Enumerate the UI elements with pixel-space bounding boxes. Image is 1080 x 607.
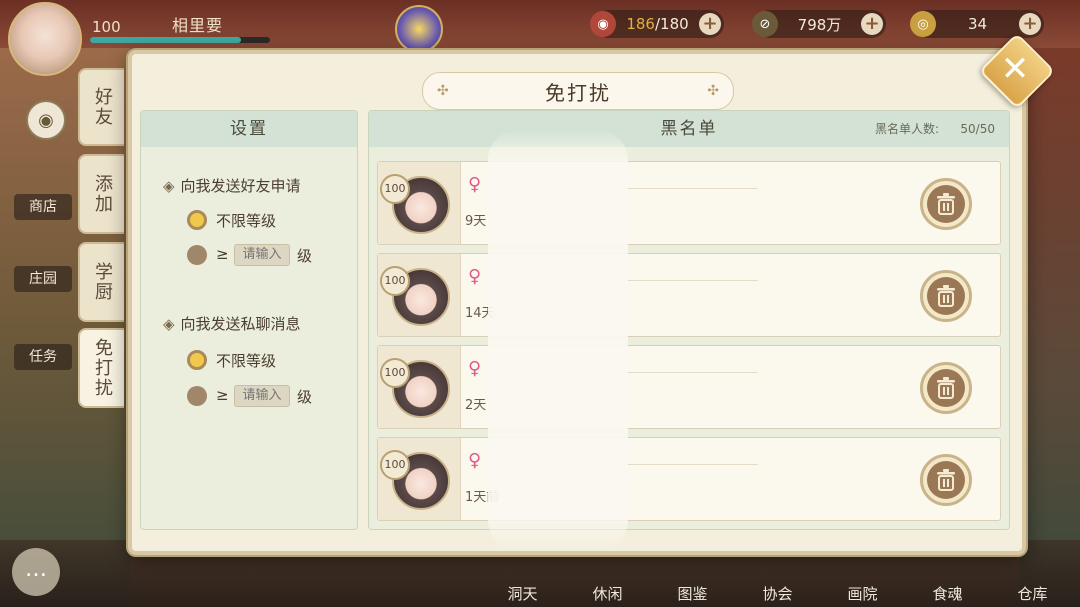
- level-badge: 100: [380, 266, 410, 296]
- blacklist-header: 黑名单 黑名单人数: 50/50: [369, 111, 1009, 147]
- level-badge: 100: [380, 450, 410, 480]
- level-badge: 100: [380, 358, 410, 388]
- tab-learn-label: 学厨: [92, 262, 113, 302]
- gems-value: 34: [967, 15, 988, 33]
- nav-huayuan[interactable]: 画院: [820, 550, 905, 607]
- private-chat-ge-symbol: ≥: [216, 386, 229, 404]
- friend-request-level-input[interactable]: [234, 244, 290, 266]
- right-scenery: [1020, 48, 1080, 607]
- blacklist-panel: 黑名单 黑名单人数: 50/50 100 ♀ 9天 100 ♀ 14天 100 …: [368, 110, 1010, 530]
- private-chat-level-unit: 级: [297, 388, 313, 406]
- coins-value: 798万: [797, 15, 842, 34]
- trash-icon: [937, 377, 955, 399]
- stamina-add-button[interactable]: +: [699, 13, 721, 35]
- row-divider: [608, 464, 758, 467]
- friend-request-section: ◈ 向我发送好友申请: [163, 175, 301, 196]
- blacklist-row-time: 2天: [465, 398, 487, 413]
- blacklist-row: 100 ♀ 14天: [377, 253, 1001, 337]
- tab-do-not-disturb-label: 免打扰: [92, 338, 113, 398]
- delete-button[interactable]: [920, 270, 972, 322]
- player-level: 100: [92, 18, 121, 36]
- stamina-icon: ◉: [590, 11, 616, 37]
- emblem-icon[interactable]: [395, 5, 443, 53]
- coin-icon: ⊘: [752, 11, 778, 37]
- bottom-nav: 洞天 休闲 图鉴 协会 画院 食魂 仓库: [480, 550, 1080, 607]
- close-icon[interactable]: ✕: [990, 44, 1040, 94]
- settings-panel: 设置 ◈ 向我发送好友申请 不限等级 ≥ 级 ◈ 向我发送私聊消息 不限等级 ≥ 级: [140, 110, 358, 530]
- player-hp-bar: [90, 37, 270, 43]
- row-divider: [608, 188, 758, 191]
- tab-add-label: 添加: [92, 174, 113, 214]
- nav-xiuxian[interactable]: 休闲: [565, 550, 650, 607]
- nav-shihun[interactable]: 食魂: [905, 550, 990, 607]
- delete-button[interactable]: [920, 178, 972, 230]
- trash-icon: [937, 285, 955, 307]
- nav-dongtian[interactable]: 洞天: [480, 550, 565, 607]
- friend-request-level-radio[interactable]: [187, 245, 207, 265]
- garden-button[interactable]: 庄园: [14, 266, 72, 292]
- coins-add-button[interactable]: +: [861, 13, 883, 35]
- trash-icon: [937, 469, 955, 491]
- row-divider: [608, 372, 758, 375]
- private-chat-level-radio[interactable]: [187, 386, 207, 406]
- task-button[interactable]: 任务: [14, 344, 72, 370]
- shop-button[interactable]: 商店: [14, 194, 72, 220]
- blacklist-row: 100 ♀ 2天: [377, 345, 1001, 429]
- diamond-icon: ◈: [163, 177, 175, 195]
- title-ornament-right-icon: ✣: [707, 83, 719, 99]
- blacklist-count-label: 黑名单人数:: [874, 122, 939, 136]
- row-divider: [608, 280, 758, 283]
- tab-friends-label: 好友: [92, 87, 113, 127]
- gems-add-button[interactable]: +: [1019, 13, 1041, 35]
- nav-xiehui[interactable]: 协会: [735, 550, 820, 607]
- delete-button[interactable]: [920, 454, 972, 506]
- female-icon: ♀: [468, 358, 482, 379]
- blacklist-count-value: 50/50: [960, 122, 995, 136]
- privacy-blur-overlay: [488, 130, 628, 550]
- female-icon: ♀: [468, 174, 482, 195]
- female-icon: ♀: [468, 450, 482, 471]
- nav-cangku[interactable]: 仓库: [990, 550, 1075, 607]
- private-chat-any-radio[interactable]: [187, 350, 207, 370]
- blacklist-row-time: 9天: [465, 214, 487, 229]
- nav-tujian[interactable]: 图鉴: [650, 550, 735, 607]
- private-chat-level-input[interactable]: [234, 385, 290, 407]
- friend-request-title: 向我发送好友申请: [180, 177, 301, 195]
- gem-icon: ◎: [910, 11, 936, 37]
- stamina-value: 186: [626, 15, 655, 33]
- coins-resource: ⊘ 798万 +: [752, 10, 886, 38]
- level-badge: 100: [380, 174, 410, 204]
- tab-add[interactable]: 添加: [78, 154, 124, 234]
- chat-icon[interactable]: …: [12, 548, 60, 596]
- settings-header: 设置: [141, 111, 357, 147]
- player-name: 相里要: [172, 16, 224, 35]
- player-avatar[interactable]: [8, 2, 82, 76]
- friend-request-level-unit: 级: [297, 247, 313, 265]
- friend-request-any-radio[interactable]: [187, 210, 207, 230]
- private-chat-section: ◈ 向我发送私聊消息: [163, 313, 301, 334]
- friend-request-ge-symbol: ≥: [216, 245, 229, 263]
- eye-icon[interactable]: ◉: [26, 100, 66, 140]
- delete-button[interactable]: [920, 362, 972, 414]
- gems-resource: ◎ 34 +: [910, 10, 1044, 38]
- female-icon: ♀: [468, 266, 482, 287]
- private-chat-any-label: 不限等级: [216, 352, 277, 370]
- tab-do-not-disturb[interactable]: 免打扰: [78, 328, 124, 408]
- stamina-max: /180: [654, 15, 689, 33]
- blacklist-row: 100 ♀ 9天: [377, 161, 1001, 245]
- private-chat-title: 向我发送私聊消息: [180, 315, 301, 333]
- diamond-icon: ◈: [163, 315, 175, 333]
- tab-friends[interactable]: 好友: [78, 68, 124, 146]
- blacklist-row: 100 ♀ 1天前: [377, 437, 1001, 521]
- title-ornament-left-icon: ✣: [437, 83, 449, 99]
- modal-title-plate: ✣ 免打扰 ✣: [422, 72, 734, 110]
- friend-request-any-label: 不限等级: [216, 212, 277, 230]
- tab-learn[interactable]: 学厨: [78, 242, 124, 322]
- trash-icon: [937, 193, 955, 215]
- modal-title: 免打扰: [545, 80, 611, 105]
- stamina-resource: ◉ 186/180 +: [590, 10, 724, 38]
